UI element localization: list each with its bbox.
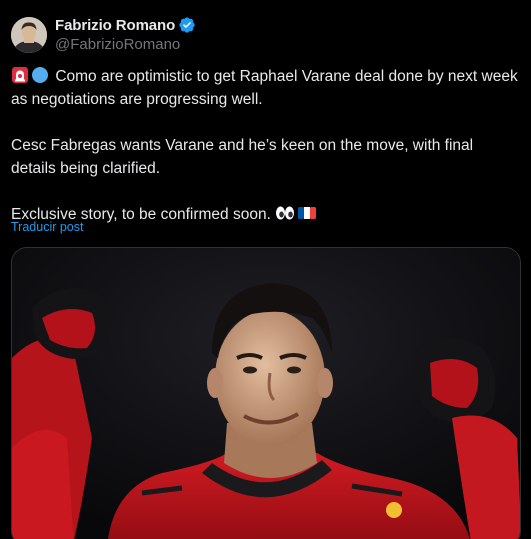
tweet-paragraph-2: Cesc Fabregas wants Varane and he’s keen… (11, 137, 474, 177)
player-celebration-photo-icon (12, 248, 520, 539)
blue-circle-icon (32, 67, 48, 83)
avatar[interactable] (11, 16, 47, 53)
tweet-card: Fabrizio Romano @FabrizioRomano Como are… (0, 0, 531, 539)
tweet-paragraph: Cesc Fabregas wants Varane and he’s keen… (11, 134, 521, 180)
author-names: Fabrizio Romano @FabrizioRomano (55, 15, 196, 54)
tweet-media-image[interactable] (11, 247, 521, 539)
tweet-paragraph: Como are optimistic to get Raphael Varan… (11, 65, 521, 111)
tweet-text: Como are optimistic to get Raphael Varan… (11, 65, 521, 226)
verified-badge-icon (179, 17, 195, 33)
author-handle[interactable]: @FabrizioRomano (55, 36, 196, 54)
translate-post-link[interactable]: Traducir post (11, 220, 83, 234)
tweet-paragraph-1: Como are optimistic to get Raphael Varan… (11, 68, 518, 108)
display-name[interactable]: Fabrizio Romano (55, 17, 175, 34)
tweet-paragraph: Exclusive story, to be confirmed soon. (11, 203, 521, 226)
france-flag-icon (298, 207, 317, 219)
tweet-header: Fabrizio Romano @FabrizioRomano (11, 15, 196, 54)
profile-photo-icon (11, 16, 47, 53)
siren-icon (12, 67, 28, 83)
eyes-icon (276, 206, 295, 220)
